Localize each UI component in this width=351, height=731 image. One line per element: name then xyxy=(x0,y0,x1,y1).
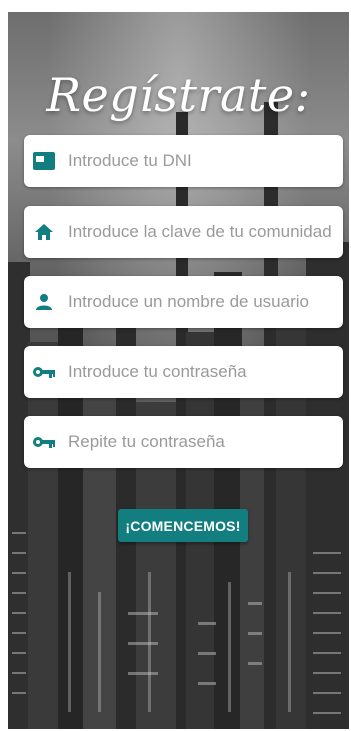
repeat-password-field[interactable] xyxy=(24,416,343,468)
home-icon xyxy=(30,218,58,246)
password-field[interactable] xyxy=(24,346,343,398)
person-icon xyxy=(30,288,58,316)
password-input[interactable] xyxy=(68,362,338,382)
community-key-field[interactable] xyxy=(24,206,343,258)
dni-input[interactable] xyxy=(68,151,338,171)
page-title: Regístrate: xyxy=(46,68,311,122)
start-button[interactable]: ¡COMENCEMOS! xyxy=(118,509,248,542)
username-input[interactable] xyxy=(68,292,338,312)
repeat-password-input[interactable] xyxy=(68,432,338,452)
registration-screen: Regístrate: Introduce tu DNI Introduce l… xyxy=(8,12,349,729)
community-key-input[interactable] xyxy=(68,222,338,242)
id-card-icon xyxy=(30,147,58,175)
username-field[interactable] xyxy=(24,276,343,328)
key-icon xyxy=(30,358,58,386)
key-icon xyxy=(30,428,58,456)
dni-field[interactable] xyxy=(24,135,343,187)
